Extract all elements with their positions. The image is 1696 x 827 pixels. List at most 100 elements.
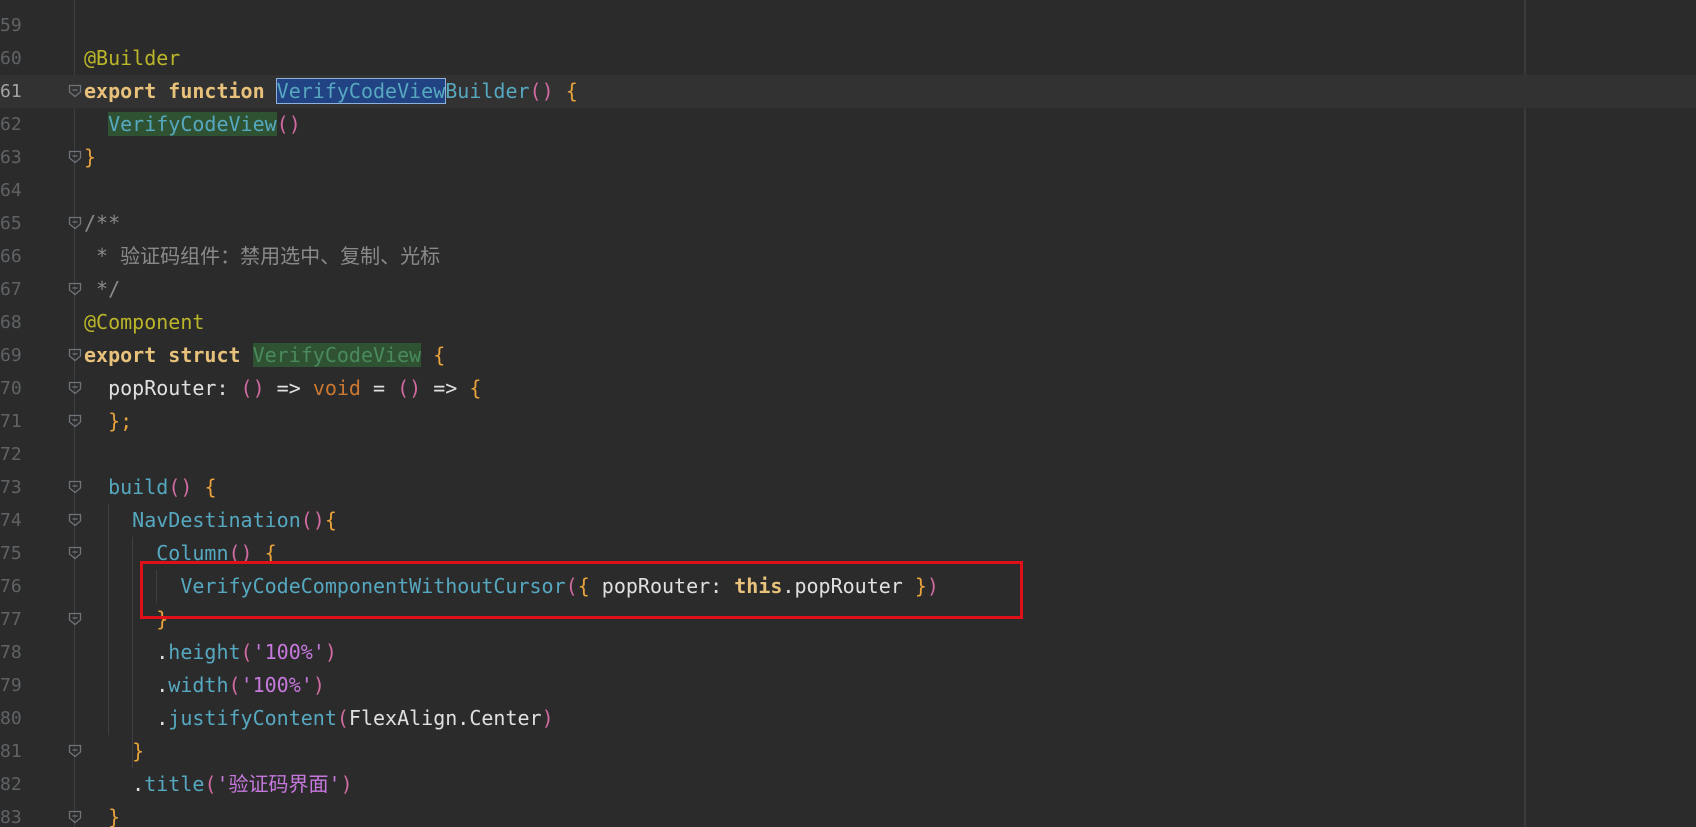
code-line[interactable]: 72 [0, 438, 1696, 471]
code-line[interactable]: 62 VerifyCodeView() [0, 108, 1696, 141]
fold-marker-icon[interactable] [68, 216, 82, 230]
line-number: 66 [0, 246, 22, 267]
code-text[interactable]: .title('验证码界面') [84, 768, 353, 801]
code-text[interactable]: VerifyCodeView() [84, 108, 301, 141]
code-line[interactable]: 63} [0, 141, 1696, 174]
code-token: } [132, 739, 145, 763]
code-token: { [469, 376, 482, 400]
code-token: ( [336, 706, 349, 730]
code-token: VerifyCodeView [108, 112, 277, 136]
fold-marker-icon[interactable] [68, 381, 82, 395]
code-token: ( [204, 772, 217, 796]
fold-marker-icon[interactable] [68, 150, 82, 164]
code-token: { [565, 79, 578, 103]
code-line[interactable]: 69 export struct VerifyCodeView { [0, 339, 1696, 372]
code-token: FlexAlign.Center [348, 706, 542, 730]
code-text[interactable]: } [84, 735, 144, 768]
code-token: '验证码界面' [216, 772, 341, 796]
code-token: @Builder [84, 46, 181, 70]
line-number: 79 [0, 675, 22, 696]
code-token: }; [108, 409, 133, 433]
code-line[interactable]: 67 */ [0, 273, 1696, 306]
code-line[interactable]: 61 export function VerifyCodeViewBuilder(… [0, 75, 1696, 108]
fold-marker-icon[interactable] [68, 744, 82, 758]
code-token: struct [168, 343, 241, 367]
code-text[interactable]: export struct VerifyCodeView { [84, 339, 445, 372]
code-line[interactable]: 81 } [0, 735, 1696, 768]
line-number: 68 [0, 312, 22, 333]
line-number: 77 [0, 609, 22, 630]
code-token: */ [84, 277, 121, 301]
line-number: 64 [0, 180, 22, 201]
fold-marker-icon[interactable] [68, 612, 82, 626]
code-line[interactable]: 70 popRouter: () => void = () => { [0, 372, 1696, 405]
code-line[interactable]: 83 } [0, 801, 1696, 827]
fold-marker-icon[interactable] [68, 480, 82, 494]
code-token: () [529, 79, 554, 103]
code-token: void [312, 376, 361, 400]
code-line[interactable]: 68 @Component [0, 306, 1696, 339]
code-line[interactable]: 78 .height('100%') [0, 636, 1696, 669]
code-line[interactable]: 66 * 验证码组件：禁用选中、复制、光标 [0, 240, 1696, 273]
fold-marker-icon[interactable] [68, 84, 82, 98]
code-token: VerifyCodeView [252, 343, 422, 367]
code-token: popRouter [84, 376, 217, 400]
line-number: 71 [0, 411, 22, 432]
fold-marker-icon[interactable] [68, 513, 82, 527]
line-number: 70 [0, 378, 22, 399]
code-line[interactable]: 79 .width('100%') [0, 669, 1696, 702]
code-token: () [240, 376, 265, 400]
line-number: 81 [0, 741, 22, 762]
code-line[interactable]: 64 [0, 174, 1696, 207]
code-token: . [84, 640, 169, 664]
code-line[interactable]: 74 NavDestination(){ [0, 504, 1696, 537]
fold-marker-icon[interactable] [68, 414, 82, 428]
code-token: ) [340, 772, 353, 796]
code-line[interactable]: 60 @Builder [0, 42, 1696, 75]
fold-marker-icon[interactable] [68, 810, 82, 824]
code-text[interactable]: .height('100%') [84, 636, 337, 669]
code-line[interactable]: 65 /** [0, 207, 1696, 240]
code-text[interactable]: build() { [84, 471, 216, 504]
code-line[interactable]: 73 build() { [0, 471, 1696, 504]
code-text[interactable]: export function VerifyCodeViewBuilder() … [84, 75, 578, 108]
code-text[interactable]: /** [84, 207, 120, 240]
code-line[interactable]: 59 [0, 9, 1696, 42]
code-text[interactable]: @Component [84, 306, 204, 339]
code-text[interactable]: popRouter: () => void = () => { [84, 372, 481, 405]
fold-marker-icon[interactable] [68, 282, 82, 296]
code-token: { [324, 508, 337, 532]
fold-marker-icon[interactable] [68, 348, 82, 362]
code-line[interactable]: 80 .justifyContent(FlexAlign.Center) [0, 702, 1696, 735]
fold-marker-icon[interactable] [68, 546, 82, 560]
code-editor[interactable]: 59 60 @Builder 61 export function VerifyCode… [0, 0, 1696, 827]
code-text[interactable]: */ [84, 273, 120, 306]
code-text[interactable]: @Builder [84, 42, 180, 75]
code-text[interactable]: * 验证码组件：禁用选中、复制、光标 [84, 240, 440, 273]
line-number: 69 [0, 345, 22, 366]
code-line[interactable]: 82 .title('验证码界面') [0, 768, 1696, 801]
code-token: export [84, 343, 157, 367]
line-number: 75 [0, 543, 22, 564]
code-line[interactable]: 71 }; [0, 405, 1696, 438]
line-number: 76 [0, 576, 22, 597]
line-number: 65 [0, 213, 22, 234]
code-text[interactable]: .width('100%') [84, 669, 325, 702]
code-text[interactable]: .justifyContent(FlexAlign.Center) [84, 702, 553, 735]
line-number: 67 [0, 279, 22, 300]
line-number: 82 [0, 774, 22, 795]
indent-guide [132, 537, 133, 768]
code-text[interactable]: }; [84, 405, 132, 438]
code-text[interactable]: } [84, 141, 96, 174]
code-text[interactable]: } [84, 801, 120, 827]
code-text[interactable]: NavDestination(){ [84, 504, 337, 537]
line-number: 74 [0, 510, 22, 531]
line-number: 61 [0, 81, 22, 102]
code-token: => [421, 376, 470, 400]
